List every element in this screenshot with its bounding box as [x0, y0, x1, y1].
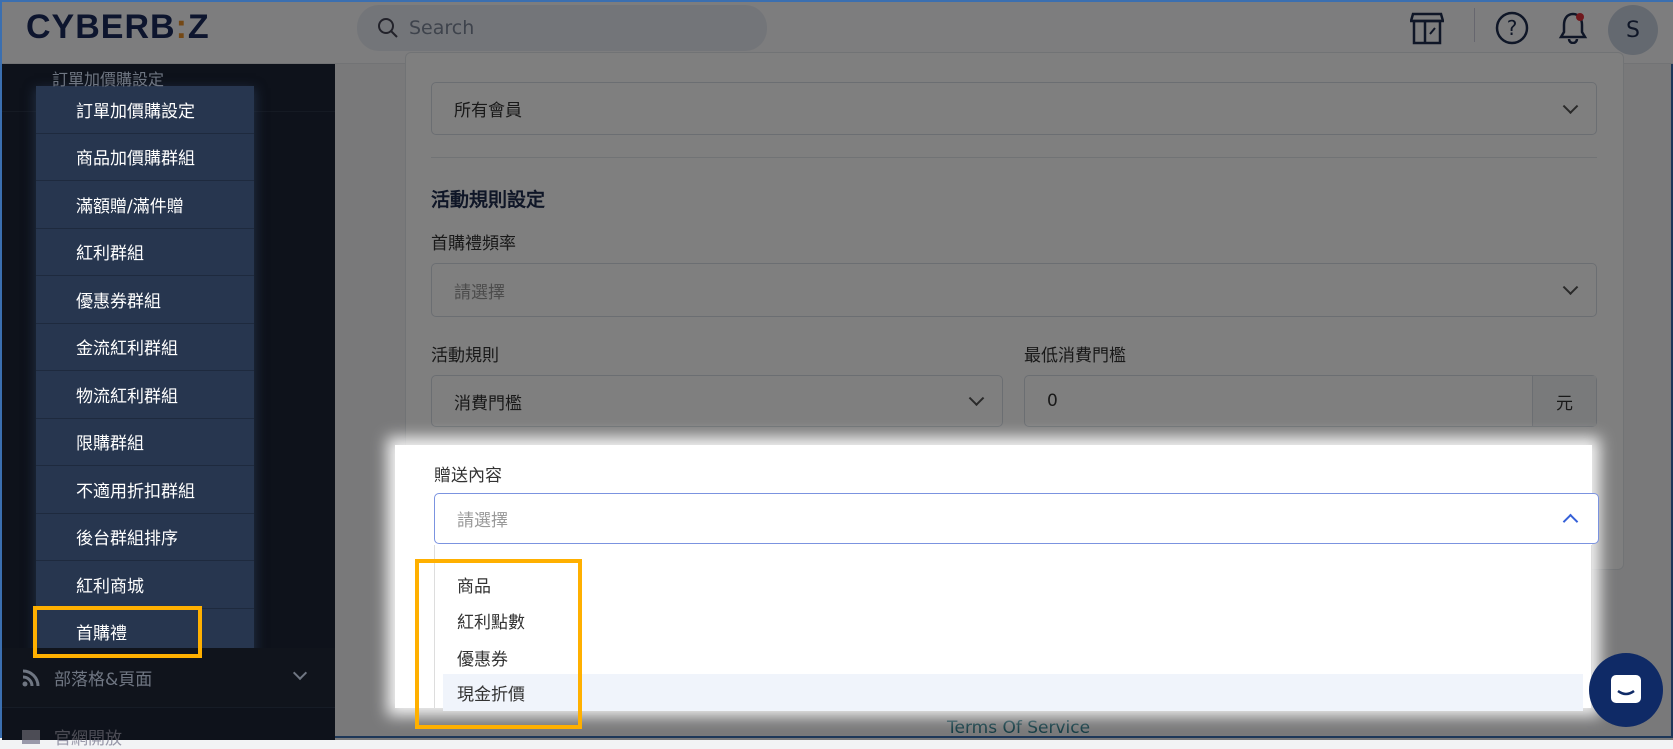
sidebar-item[interactable]: 商品加價購群組	[36, 134, 254, 181]
gift-option[interactable]: 紅利點數	[443, 602, 1583, 639]
sidebar-item[interactable]: 金流紅利群組	[36, 324, 254, 371]
sidebar-item[interactable]: 限購群組	[36, 419, 254, 466]
chevron-down-icon	[292, 665, 308, 681]
sidebar-item[interactable]: 不適用折扣群組	[36, 466, 254, 514]
sidebar-item[interactable]: 滿額贈/滿件贈	[36, 181, 254, 229]
sidebar-item[interactable]: 訂單加價購設定	[36, 86, 254, 134]
sidebar-item[interactable]: 紅利群組	[36, 229, 254, 276]
sidebar-submenu: 訂單加價購設定 商品加價購群組 滿額贈/滿件贈 紅利群組 優惠券群組 金流紅利群…	[36, 86, 254, 656]
gift-select[interactable]: 請選擇	[434, 493, 1599, 544]
gift-option[interactable]: 商品	[443, 566, 1583, 603]
gift-label: 贈送內容	[434, 466, 502, 486]
sidebar-item[interactable]: 優惠券群組	[36, 276, 254, 324]
chat-button[interactable]	[1589, 653, 1663, 727]
sidebar-item[interactable]: 紅利商城	[36, 561, 254, 609]
sidebar-item[interactable]: 物流紅利群組	[36, 371, 254, 419]
highlight-box-sidebar	[33, 606, 202, 658]
highlight-box-options	[415, 559, 582, 729]
sidebar-item[interactable]: 後台群組排序	[36, 514, 254, 561]
sidebar-item-hidden: 訂單加價購設定	[52, 70, 165, 89]
rss-icon	[22, 669, 40, 686]
gift-option[interactable]: 優惠券	[443, 639, 1583, 676]
gift-option-hovered[interactable]: 現金折價	[443, 674, 1583, 711]
chevron-up-icon	[1562, 513, 1579, 530]
chat-icon	[1611, 675, 1641, 703]
sidebar-item-label: 部落格&頁面	[54, 670, 153, 690]
